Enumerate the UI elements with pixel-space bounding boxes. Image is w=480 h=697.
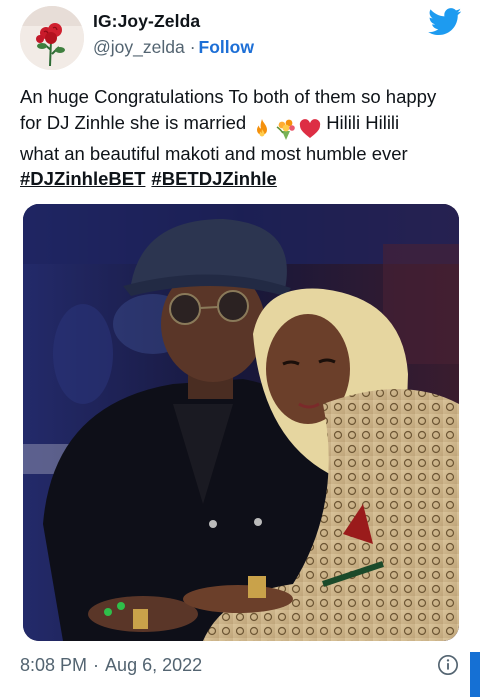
tweet-timestamp[interactable]: 8:08 PM · Aug 6, 2022 — [20, 655, 202, 676]
tweet-line-1: An huge Congratulations To both of them … — [20, 86, 437, 107]
author-avatar[interactable] — [20, 6, 84, 70]
rose-avatar-icon — [20, 6, 84, 70]
emoji-group — [250, 115, 322, 141]
tweet-date: Aug 6, 2022 — [105, 655, 203, 675]
timestamp-separator: · — [93, 655, 100, 675]
twitter-bird-icon[interactable] — [428, 8, 462, 36]
couple-photo-image — [23, 204, 459, 641]
tweet-body: An huge Congratulations To both of them … — [20, 84, 470, 192]
hashtag-link[interactable]: #BETDJZinhle — [151, 168, 276, 189]
hashtag-link[interactable]: #DJZinhleBET — [20, 168, 145, 189]
bouquet-emoji-icon — [276, 119, 295, 140]
fire-emoji-icon — [257, 118, 268, 137]
red-heart-emoji-icon — [300, 118, 321, 138]
follow-button[interactable]: Follow — [199, 37, 254, 57]
hashtag-row: #DJZinhleBET #BETDJZinhle — [20, 166, 470, 192]
handle-separator: · — [189, 37, 196, 57]
tweet-line-2: for DJ Zinhle she is married Hilili Hilil… — [20, 110, 470, 141]
tweet-time: 8:08 PM — [20, 655, 88, 675]
author-handle[interactable]: @joy_zelda — [93, 37, 185, 57]
author-display-name[interactable]: IG:Joy-Zelda — [93, 11, 200, 32]
tweet-card: IG:Joy-Zelda @joy_zelda · Follow An huge C… — [0, 0, 480, 697]
tweet-photo[interactable] — [23, 204, 459, 641]
edge-accent-bar — [470, 652, 480, 697]
tweet-line-2-end: Hilili Hilili — [326, 111, 400, 133]
tweet-line-3: what an beautiful makoti and most humble… — [20, 142, 408, 164]
info-icon[interactable] — [437, 654, 459, 676]
author-handle-row: @joy_zelda · Follow — [93, 37, 254, 58]
tweet-line-2-start: for DJ Zinhle she is married — [20, 111, 247, 133]
